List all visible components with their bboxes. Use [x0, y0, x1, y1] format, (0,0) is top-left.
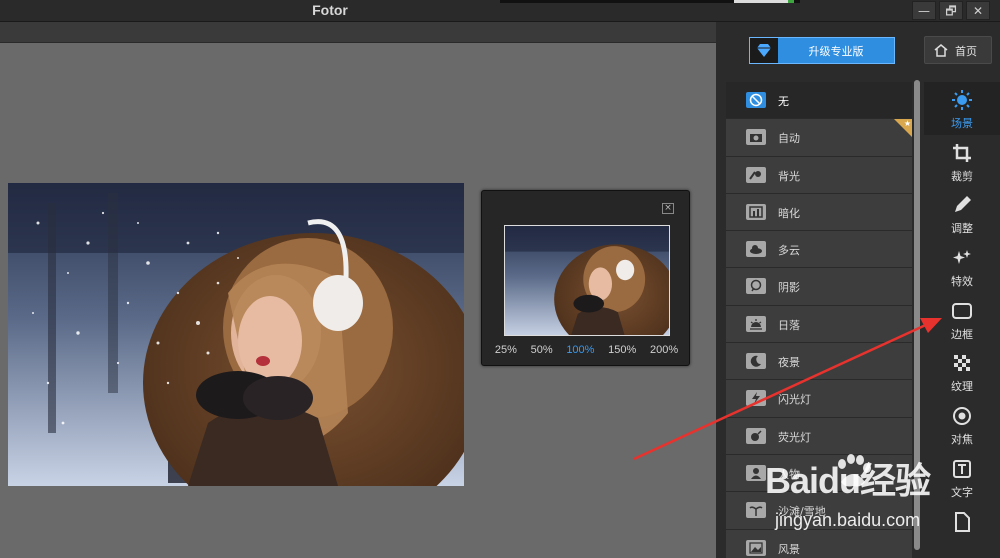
annotation-arrow	[633, 318, 942, 461]
